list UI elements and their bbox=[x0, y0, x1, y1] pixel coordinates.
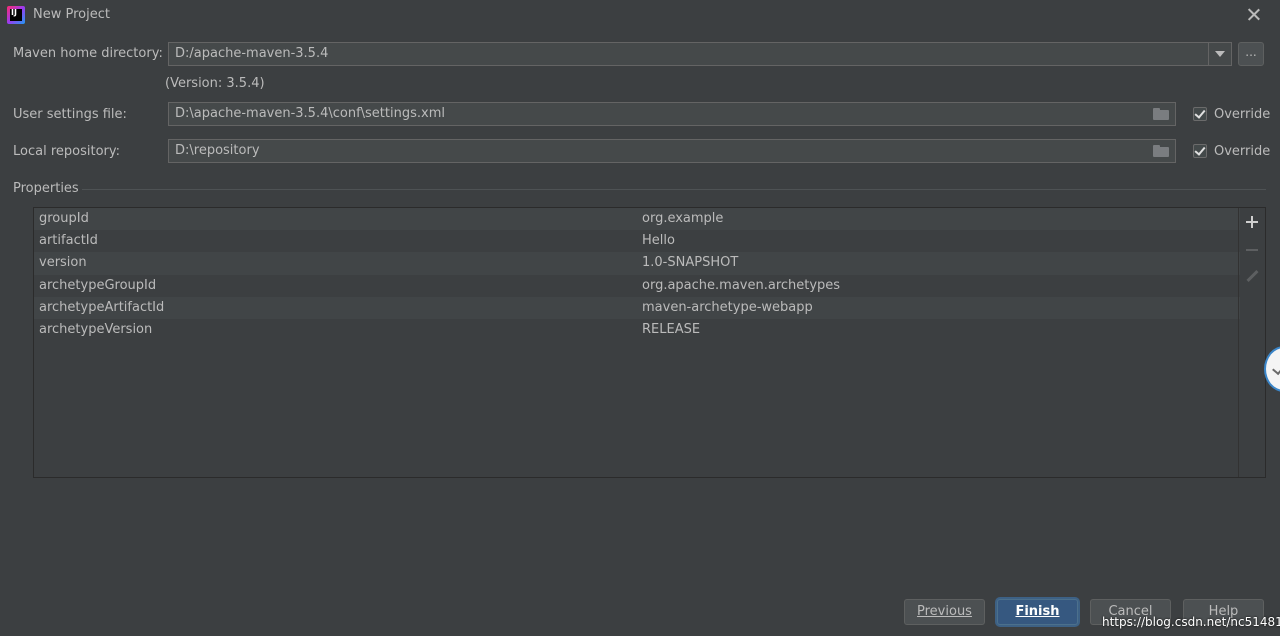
user-settings-override-checkbox[interactable] bbox=[1193, 107, 1207, 121]
add-icon[interactable] bbox=[1245, 215, 1259, 229]
browse-button[interactable]: ... bbox=[1238, 42, 1264, 66]
local-repo-label: Local repository: bbox=[13, 144, 120, 159]
title-bar: New Project bbox=[0, 0, 1280, 32]
table-row[interactable]: archetypeArtifactId maven-archetype-webap… bbox=[34, 296, 1240, 319]
window-title: New Project bbox=[33, 7, 110, 22]
property-key: archetypeGroupId bbox=[39, 277, 157, 293]
previous-button-label: Previous bbox=[917, 604, 972, 619]
folder-icon[interactable] bbox=[1153, 145, 1169, 157]
user-settings-label: User settings file: bbox=[13, 107, 127, 122]
properties-rows: groupId org.example artifactId Hello version… bbox=[34, 208, 1240, 341]
folder-icon[interactable] bbox=[1153, 108, 1169, 120]
property-value: org.apache.maven.archetypes bbox=[642, 277, 841, 293]
table-row[interactable]: groupId org.example bbox=[34, 208, 1240, 231]
user-settings-value: D:\apache-maven-3.5.4\conf\settings.xml bbox=[175, 106, 445, 121]
maven-home-value: D:/apache-maven-3.5.4 bbox=[175, 46, 329, 61]
previous-button[interactable]: Previous bbox=[904, 599, 985, 625]
property-key: version bbox=[39, 255, 87, 271]
property-key: artifactId bbox=[39, 233, 98, 249]
local-repo-override-checkbox[interactable] bbox=[1193, 144, 1207, 158]
dropdown-arrow-icon[interactable] bbox=[1208, 43, 1231, 65]
table-row[interactable]: artifactId Hello bbox=[34, 230, 1240, 252]
property-value: maven-archetype-webapp bbox=[642, 299, 813, 315]
local-repo-value: D:\repository bbox=[175, 143, 260, 158]
properties-table: groupId org.example artifactId Hello version… bbox=[33, 207, 1266, 478]
table-row[interactable]: archetypeGroupId org.apache.maven.archety… bbox=[34, 275, 1240, 297]
close-icon[interactable] bbox=[1244, 5, 1264, 25]
user-settings-field[interactable]: D:\apache-maven-3.5.4\conf\settings.xml bbox=[168, 102, 1176, 126]
property-key: archetypeVersion bbox=[39, 321, 153, 337]
property-value: Hello bbox=[642, 233, 675, 249]
section-divider bbox=[82, 189, 1266, 190]
table-row[interactable]: archetypeVersion RELEASE bbox=[34, 319, 1240, 341]
maven-home-label: Maven home directory: bbox=[13, 46, 163, 61]
local-repo-override-label: Override bbox=[1214, 144, 1271, 159]
watermark-text: https://blog.csdn.net/nc514819873 bbox=[1102, 615, 1280, 629]
floating-assistant-icon[interactable] bbox=[1264, 346, 1280, 392]
remove-icon[interactable] bbox=[1245, 243, 1259, 257]
property-key: archetypeArtifactId bbox=[39, 299, 165, 315]
intellij-app-icon bbox=[7, 6, 25, 24]
property-key: groupId bbox=[39, 211, 89, 226]
finish-button-label: Finish bbox=[1015, 604, 1060, 619]
user-settings-override-label: Override bbox=[1214, 107, 1271, 122]
properties-title: Properties bbox=[13, 181, 79, 196]
finish-button[interactable]: Finish bbox=[997, 599, 1078, 625]
property-value: 1.0-SNAPSHOT bbox=[642, 255, 739, 271]
local-repo-field[interactable]: D:\repository bbox=[168, 139, 1176, 163]
property-value: RELEASE bbox=[642, 321, 701, 337]
edit-icon[interactable] bbox=[1245, 269, 1259, 283]
maven-version-note: (Version: 3.5.4) bbox=[165, 76, 265, 91]
property-value: org.example bbox=[642, 211, 724, 226]
maven-home-combobox[interactable]: D:/apache-maven-3.5.4 bbox=[168, 42, 1232, 66]
table-row[interactable]: version 1.0-SNAPSHOT bbox=[34, 252, 1240, 275]
properties-toolbar bbox=[1238, 208, 1265, 477]
